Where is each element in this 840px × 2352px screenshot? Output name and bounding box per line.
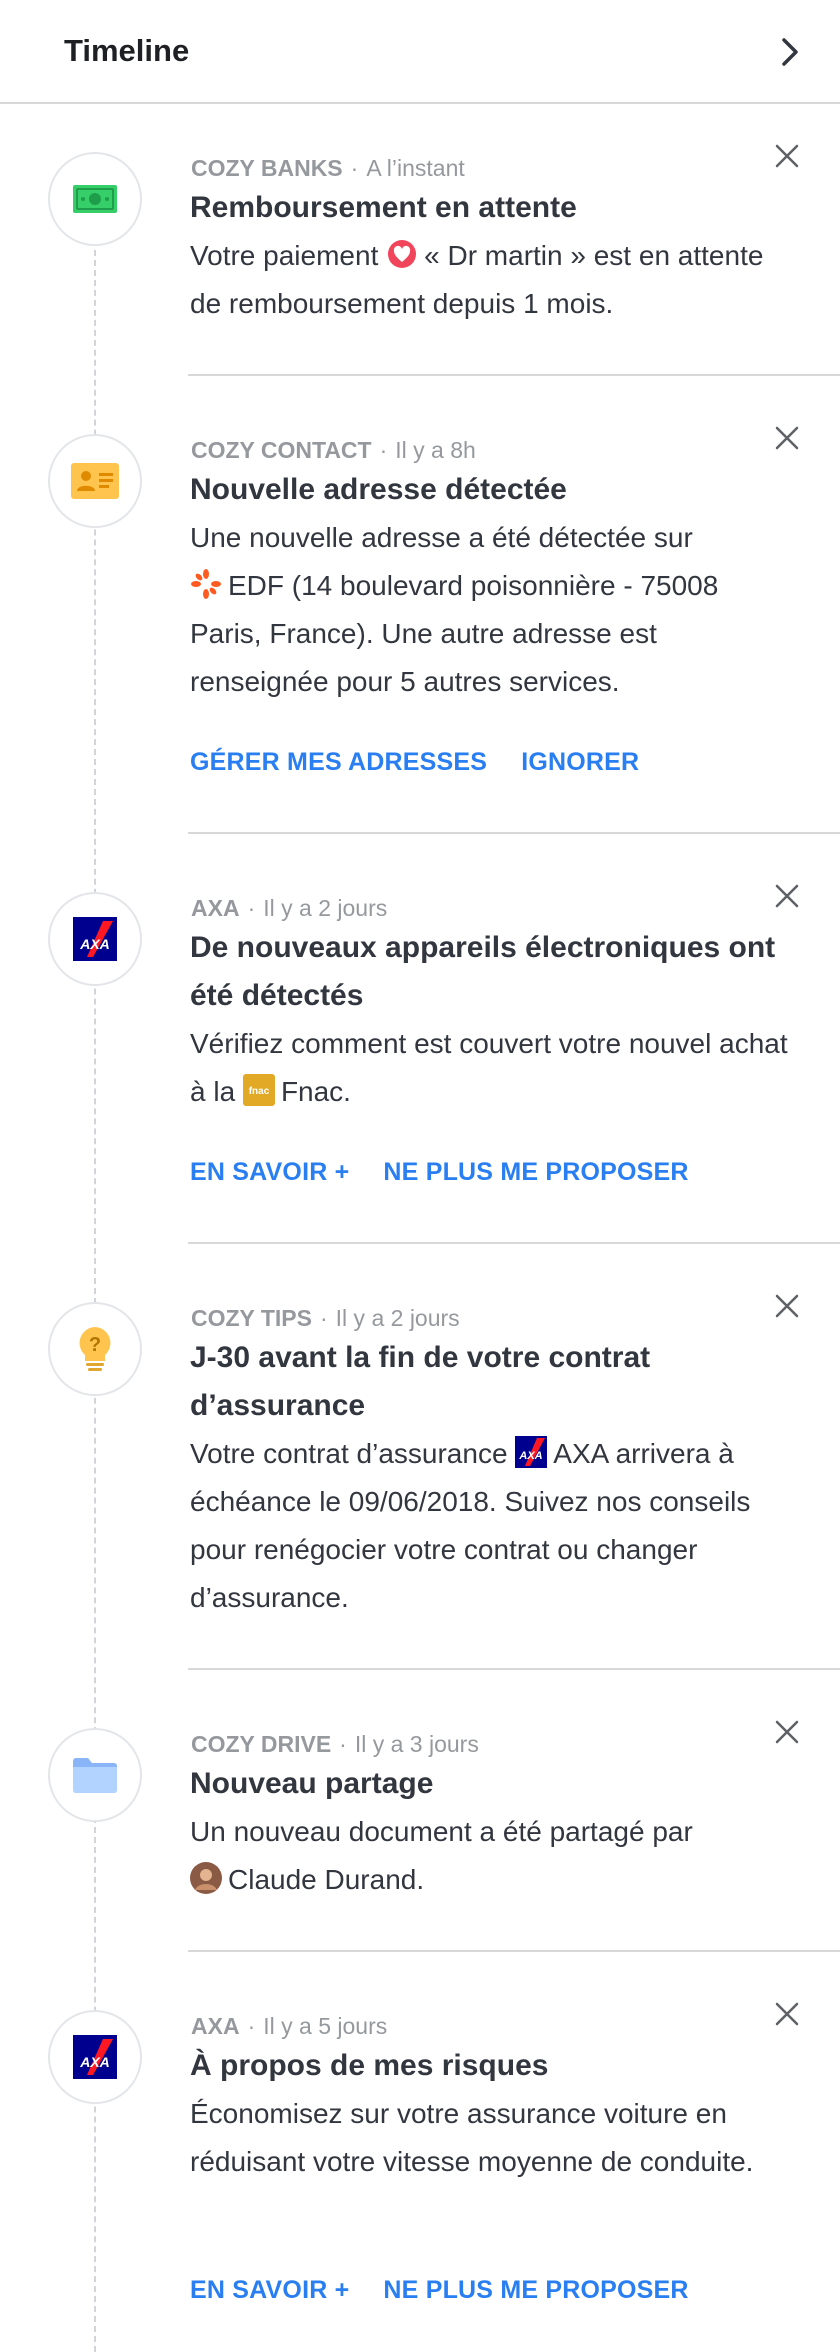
axa-logo-icon: AXA <box>515 1436 548 1468</box>
contact-card-icon <box>48 434 142 528</box>
insurer-label: AXA <box>553 1438 608 1469</box>
item-meta: AXA · Il y a 2 jours <box>191 895 388 921</box>
timeline-header: Timeline <box>0 0 840 104</box>
item-body: Votre paiement « Dr martin » est en atte… <box>190 232 790 328</box>
divider <box>188 1242 840 1244</box>
close-icon[interactable] <box>771 140 803 172</box>
axa-logo-icon: AXA <box>48 892 142 986</box>
item-source: COZY BANKS <box>191 155 343 181</box>
close-icon[interactable] <box>771 1290 803 1322</box>
item-title: J-30 avant la fin de votre contrat d’ass… <box>190 1341 651 1422</box>
body-text: Votre contrat d’assurance <box>190 1438 508 1469</box>
item-actions: GÉRER MES ADRESSES IGNORER <box>190 748 639 777</box>
manage-addresses-button[interactable]: GÉRER MES ADRESSES <box>190 748 487 777</box>
stop-suggesting-button[interactable]: NE PLUS ME PROPOSER <box>383 1158 688 1187</box>
item-title: Remboursement en attente <box>190 191 577 224</box>
item-body: Votre contrat d’assurance AXA AXA arrive… <box>190 1430 790 1622</box>
item-body: Vérifiez comment est couvert votre nouve… <box>190 1020 790 1116</box>
fnac-logo-icon: fnac <box>242 1074 275 1106</box>
item-source: COZY TIPS <box>191 1305 312 1331</box>
item-title: Nouveau partage <box>190 1767 434 1800</box>
divider <box>188 374 840 376</box>
item-meta: COZY BANKS · A l’instant <box>191 155 465 181</box>
svg-text:?: ? <box>89 1334 101 1356</box>
item-time: Il y a 3 jours <box>354 1731 479 1757</box>
item-time: A l’instant <box>366 155 465 181</box>
item-time: Il y a 8h <box>395 437 476 463</box>
axa-logo-icon: AXA <box>48 2010 142 2104</box>
sharer-name: Claude Durand. <box>228 1864 425 1895</box>
payee-label: « Dr martin » <box>424 240 586 271</box>
store-label: Fnac. <box>280 1076 351 1107</box>
svg-text:fnac: fnac <box>249 1086 270 1097</box>
close-icon[interactable] <box>771 422 803 454</box>
item-actions: EN SAVOIR + NE PLUS ME PROPOSER <box>190 2276 689 2305</box>
item-title: À propos de mes risques <box>190 2049 549 2082</box>
body-text: Un nouveau document a été partagé par <box>190 1816 693 1847</box>
item-meta: COZY DRIVE · Il y a 3 jours <box>191 1731 479 1757</box>
item-source: AXA <box>191 895 240 921</box>
close-icon[interactable] <box>771 1716 803 1748</box>
svg-text:AXA: AXA <box>519 1450 543 1462</box>
edf-logo-icon <box>190 568 222 600</box>
divider <box>188 1668 840 1670</box>
item-meta: COZY CONTACT · Il y a 8h <box>191 437 476 463</box>
item-title: De nouveaux appareils électroniques ont … <box>190 931 776 1012</box>
page-title: Timeline <box>64 33 190 68</box>
lightbulb-icon: ? <box>48 1302 142 1396</box>
learn-more-button[interactable]: EN SAVOIR + <box>190 2276 349 2305</box>
item-body: Un nouveau document a été partagé par Cl… <box>190 1808 790 1904</box>
divider <box>188 1950 840 1952</box>
item-time: Il y a 2 jours <box>263 895 388 921</box>
item-meta: AXA · Il y a 5 jours <box>191 2013 388 2039</box>
stop-suggesting-button[interactable]: NE PLUS ME PROPOSER <box>383 2276 688 2305</box>
svg-text:AXA: AXA <box>79 936 110 952</box>
item-source: AXA <box>191 2013 240 2039</box>
svg-text:AXA: AXA <box>79 2054 110 2070</box>
divider <box>188 832 840 834</box>
item-actions: EN SAVOIR + NE PLUS ME PROPOSER <box>190 1158 689 1187</box>
body-text: Une nouvelle adresse a été détectée sur <box>190 522 693 553</box>
body-text: Votre paiement <box>190 240 379 271</box>
ignore-button[interactable]: IGNORER <box>521 748 639 777</box>
chevron-right-icon[interactable] <box>770 32 810 72</box>
body-text: Vérifiez comment est couvert votre nouve… <box>190 1028 788 1107</box>
item-meta: COZY TIPS · Il y a 2 jours <box>191 1305 460 1331</box>
avatar <box>190 1862 222 1894</box>
folder-icon <box>48 1728 142 1822</box>
service-label: EDF <box>228 570 284 601</box>
learn-more-button[interactable]: EN SAVOIR + <box>190 1158 349 1187</box>
health-heart-icon <box>386 238 418 270</box>
item-title: Nouvelle adresse détectée <box>190 473 567 506</box>
item-source: COZY DRIVE <box>191 1731 332 1757</box>
banknote-icon <box>48 152 142 246</box>
item-body: Économisez sur votre assurance voiture e… <box>190 2090 790 2186</box>
item-time: Il y a 5 jours <box>263 2013 388 2039</box>
item-source: COZY CONTACT <box>191 437 372 463</box>
body-text: Économisez sur votre assurance voiture e… <box>190 2098 754 2177</box>
close-icon[interactable] <box>771 1998 803 2030</box>
item-time: Il y a 2 jours <box>335 1305 460 1331</box>
item-body: Une nouvelle adresse a été détectée sur … <box>190 514 790 706</box>
close-icon[interactable] <box>771 880 803 912</box>
